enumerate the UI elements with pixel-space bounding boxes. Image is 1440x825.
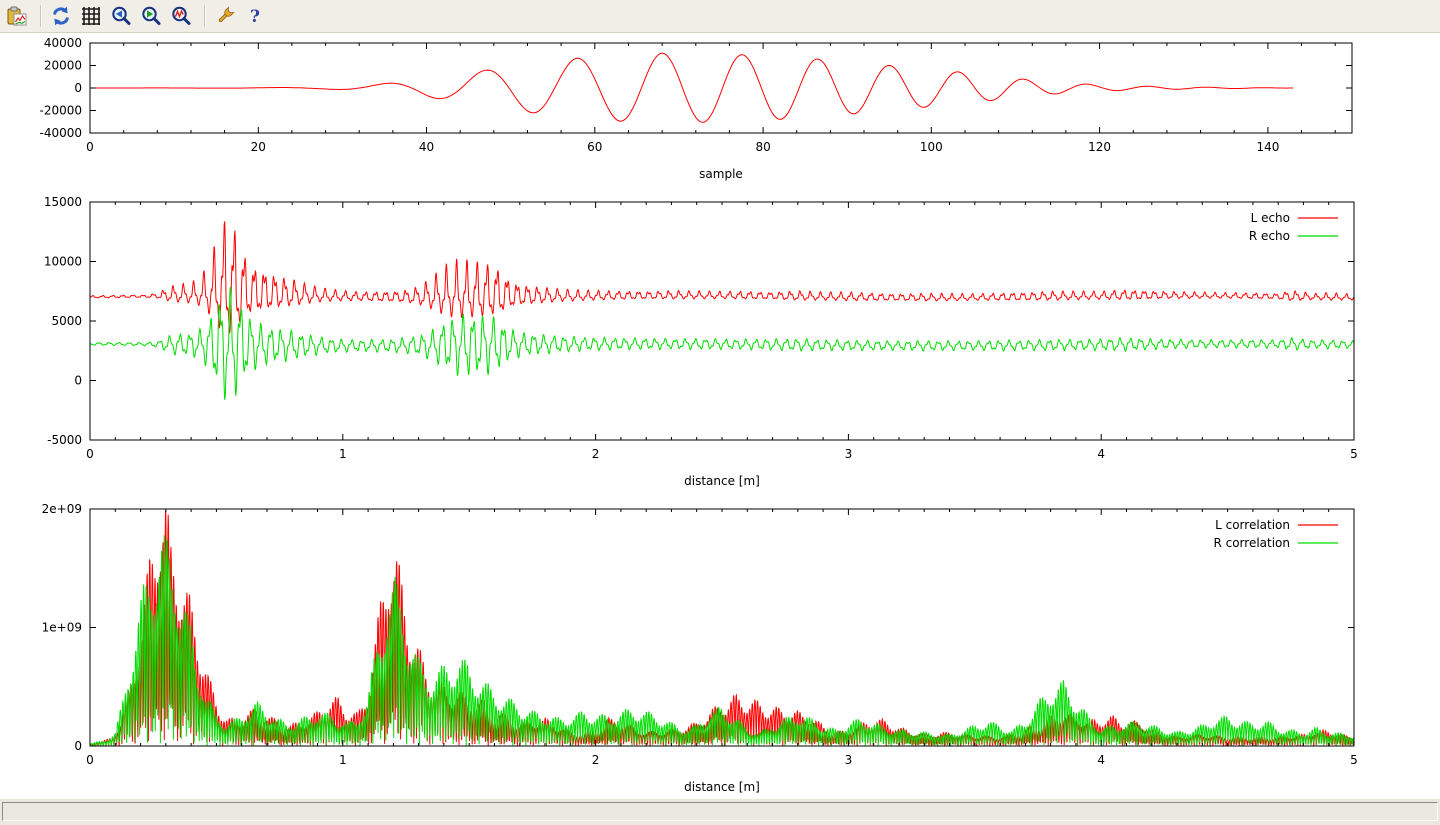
series-line-excitation-signal [90,53,1293,122]
magnifier-right-arrow-icon [140,5,162,27]
y-tick-label: 0 [74,374,82,388]
refresh-icon [50,5,72,27]
legend-label: L echo [1251,211,1290,225]
wrench-icon [214,5,236,27]
toolbar: ? [0,0,1440,33]
y-tick-label: -40000 [39,126,82,140]
help-button[interactable]: ? [242,3,268,29]
magnifier-plot-icon [170,5,192,27]
magnifier-left-arrow-icon [110,5,132,27]
x-tick-label: 5 [1350,447,1358,461]
toggle-grid-button[interactable] [78,3,104,29]
y-tick-label: 15000 [44,195,82,209]
y-tick-label: 20000 [44,59,82,73]
plot-border [90,202,1354,440]
series-line-r-correlation [90,535,1354,746]
copy-to-clipboard-button[interactable] [4,3,30,29]
x-tick-label: 1 [339,753,347,767]
x-axis-label: sample [699,167,743,181]
x-tick-label: 80 [755,140,770,154]
x-axis-label: distance [m] [684,780,760,794]
x-tick-label: 140 [1256,140,1279,154]
zoom-previous-button[interactable] [108,3,134,29]
x-tick-label: 20 [251,140,266,154]
chart-echo-vs-distance: 0 1 2 3 4 5 -5000 0 5000 10000 15000 distance [m] L … [44,195,1358,488]
x-tick-label: 3 [845,447,853,461]
zoom-next-button[interactable] [138,3,164,29]
clipboard-plot-icon [6,5,28,27]
x-tick-label: 5 [1350,753,1358,767]
x-tick-label: 40 [419,140,434,154]
y-tick-label: 40000 [44,36,82,50]
x-tick-label: 0 [86,447,94,461]
y-tick-label: 1e+09 [42,621,82,635]
status-field [2,802,1438,821]
configure-button[interactable] [212,3,238,29]
toolbar-separator [204,5,206,27]
grid-icon [80,5,102,27]
x-tick-label: 4 [1097,447,1105,461]
legend-label: R correlation [1213,536,1290,550]
chart-signal-vs-sample: 0 20 40 60 80 100 120 140 -40000 -20000 0 20000 4000… [39,36,1352,181]
x-tick-label: 1 [339,447,347,461]
y-tick-label: -20000 [39,104,82,118]
y-tick-label: 2e+09 [42,502,82,516]
autoscale-button[interactable] [168,3,194,29]
chart-correlation-vs-distance: 0 1 2 3 4 5 0 1e+09 2e+09 distance [m] L correlati… [42,502,1358,794]
svg-text:?: ? [250,7,260,27]
x-tick-label: 4 [1097,753,1105,767]
question-mark-icon: ? [244,5,266,27]
y-tick-label: 0 [74,739,82,753]
x-tick-label: 120 [1088,140,1111,154]
x-tick-label: 3 [845,753,853,767]
status-bar [0,799,1440,825]
x-tick-label: 0 [86,753,94,767]
y-tick-label: 0 [74,81,82,95]
x-tick-label: 100 [920,140,943,154]
app-window: ? 020406080100120140-40000-2000002000040… [0,0,1440,825]
x-axis-label: distance [m] [684,474,760,488]
replot-button[interactable] [48,3,74,29]
y-tick-label: 5000 [51,314,82,328]
legend-label: R echo [1249,229,1290,243]
plot-canvas[interactable]: 020406080100120140-40000-200000200004000… [0,33,1440,799]
series-line-l-echo [90,221,1354,333]
x-tick-label: 2 [592,753,600,767]
toolbar-separator [40,5,42,27]
x-tick-label: 0 [86,140,94,154]
y-tick-label: 10000 [44,255,82,269]
y-tick-label: -5000 [47,433,82,447]
legend-label: L correlation [1215,518,1290,532]
x-tick-label: 2 [592,447,600,461]
x-tick-label: 60 [587,140,602,154]
